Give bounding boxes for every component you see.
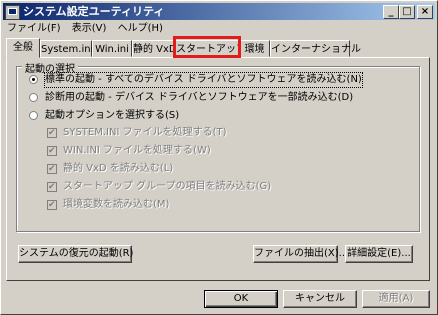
tab-environment[interactable]: 環境: [239, 40, 270, 57]
checkbox[interactable]: [47, 144, 57, 158]
checkbox-label: スタートアップ グループの項目を読み込む(G): [63, 181, 272, 192]
menu-help[interactable]: ヘルプ(H): [114, 21, 167, 37]
checkbox-label: 環境変数を読み込む(M): [63, 199, 170, 210]
radio-indicator[interactable]: [29, 75, 38, 84]
tab-win-ini[interactable]: Win.ini: [92, 40, 132, 57]
tab-system-ini[interactable]: System.ini: [40, 40, 93, 57]
radio-label: 標準の起動 - すべてのデバイス ドライバとソフトウェアを読み込む(N): [44, 72, 363, 88]
radio-label: 診断用の起動 - デバイス ドライバとソフトウェアを一部読み込む(D): [45, 92, 354, 103]
apply-button[interactable]: 適用(A): [362, 290, 430, 308]
checkbox[interactable]: [47, 180, 57, 194]
tab-static-vxd[interactable]: 静的 VxD: [132, 40, 177, 57]
tab-international[interactable]: インターナショナル: [270, 40, 361, 57]
tab-general[interactable]: 全般: [6, 38, 40, 58]
extract-file-button[interactable]: ファイルの抽出(X)...: [253, 245, 348, 263]
title-bar[interactable]: システム設定ユーティリティ _ □ ×: [3, 3, 435, 20]
maximize-button[interactable]: □: [399, 5, 415, 19]
menu-file[interactable]: ファイル(F): [3, 21, 65, 37]
menu-bar: ファイル(F) 表示(V) ヘルプ(H): [3, 21, 435, 37]
advanced-button[interactable]: 詳細設定(E)...: [345, 245, 413, 263]
radio-indicator[interactable]: [29, 93, 38, 102]
radio-label: 起動オプションを選択する(S): [45, 110, 180, 121]
minimize-button[interactable]: _: [383, 5, 399, 19]
cancel-button[interactable]: キャンセル: [283, 290, 357, 308]
checkbox[interactable]: [47, 162, 57, 176]
checkbox-label: 静的 VxD を読み込む(L): [63, 163, 174, 174]
close-button[interactable]: ×: [417, 5, 433, 19]
radio-indicator[interactable]: [29, 111, 38, 120]
checkbox[interactable]: [47, 198, 57, 212]
ok-button[interactable]: OK: [204, 290, 278, 308]
menu-view[interactable]: 表示(V): [68, 21, 111, 37]
startup-tab-highlight: [173, 36, 241, 58]
window-title: システム設定ユーティリティ: [23, 5, 165, 18]
checkbox-label: SYSTEM.INI ファイルを処理する(T): [63, 127, 227, 138]
checkbox[interactable]: [47, 126, 57, 140]
restore-startup-button[interactable]: システムの復元の起動(R): [18, 245, 133, 263]
app-icon: [5, 5, 20, 20]
checkbox-label: WIN.INI ファイルを処理する(W): [63, 145, 211, 156]
